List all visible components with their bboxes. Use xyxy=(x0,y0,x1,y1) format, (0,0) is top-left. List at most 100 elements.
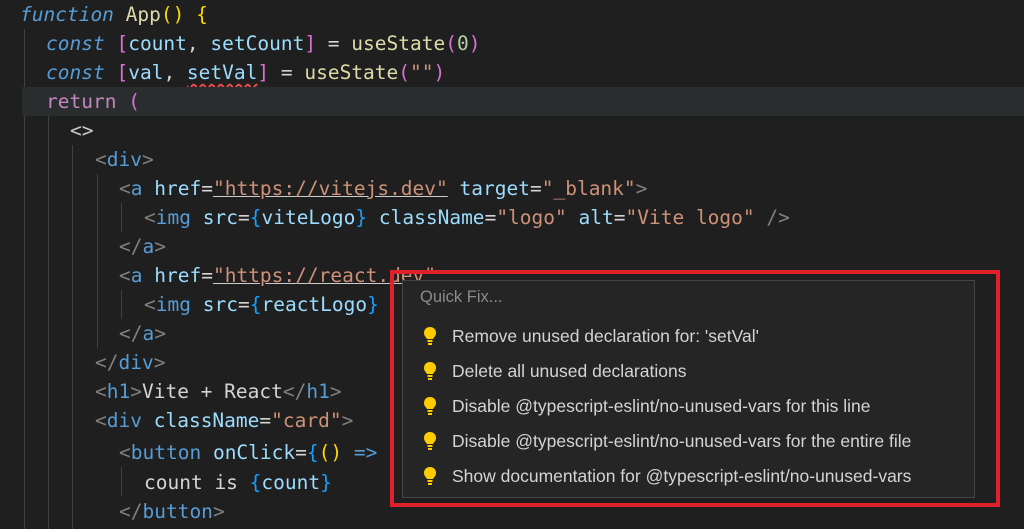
attribute-name: href xyxy=(154,177,202,200)
attribute-name: alt xyxy=(578,206,614,229)
bracket: ] xyxy=(304,32,317,55)
bracket: [ xyxy=(116,61,129,84)
bracket: ( xyxy=(128,90,140,113)
expression: viteLogo xyxy=(261,206,356,229)
bracket: ( xyxy=(445,32,457,55)
bracket: ] xyxy=(257,61,270,84)
code-line-10: <a href="https://react.dev" xyxy=(119,264,437,287)
bracket: ) xyxy=(433,61,446,84)
quick-fix-item-delete-all[interactable]: Delete all unused declarations xyxy=(403,354,974,388)
code-line-9: </a> xyxy=(119,235,166,258)
quick-fix-item-label: Show documentation for @typescript-eslin… xyxy=(452,466,912,486)
indent-guide xyxy=(97,174,98,348)
code-line-15: <div className="card"> xyxy=(95,409,354,432)
quick-fix-item-disable-line[interactable]: Disable @typescript-eslint/no-unused-var… xyxy=(403,389,974,423)
attribute-name: className xyxy=(378,206,485,229)
code-line-18: </button> xyxy=(119,500,225,523)
code-line-17: count is {count} xyxy=(144,471,332,494)
code-line-3: const [val, setVal] = useState("") xyxy=(46,58,445,87)
number-literal: 0 xyxy=(456,32,469,55)
identifier: val xyxy=(128,61,164,84)
attribute-name: className xyxy=(153,409,260,432)
bracket: ( xyxy=(398,61,411,84)
indent-guide xyxy=(48,116,49,529)
lightbulb-icon xyxy=(424,362,436,380)
tag-name: a xyxy=(142,235,155,258)
code-line-11: <img src={reactLogo} xyxy=(144,293,379,316)
quick-fix-title: Quick Fix... xyxy=(420,288,503,306)
attribute-value: "card" xyxy=(271,409,342,432)
tag-name: div xyxy=(106,409,142,432)
tag-name: button xyxy=(142,500,213,523)
indent-guide xyxy=(121,290,122,319)
tag-name: a xyxy=(142,322,155,345)
expression: reactLogo xyxy=(261,293,368,316)
function-call: useState xyxy=(304,61,399,84)
attribute-name: href xyxy=(154,264,202,287)
code-line-5: <> xyxy=(70,116,93,145)
tag-name: a xyxy=(130,177,143,200)
attribute-name: src xyxy=(202,293,238,316)
bracket: ) xyxy=(468,32,481,55)
operator: = xyxy=(269,61,305,84)
quick-fix-item-disable-file[interactable]: Disable @typescript-eslint/no-unused-var… xyxy=(403,424,974,458)
tag-name: h1 xyxy=(306,380,330,403)
punctuation: , xyxy=(186,32,211,55)
tag-name: h1 xyxy=(106,380,131,403)
code-line-7: <a href="https://vitejs.dev" target="_bl… xyxy=(119,177,648,200)
unused-variable-warning[interactable]: setVal xyxy=(187,61,257,84)
quick-fix-item-remove-unused[interactable]: Remove unused declaration for: 'setVal' xyxy=(403,319,974,353)
lightbulb-icon xyxy=(424,467,436,485)
link[interactable]: "https://vitejs.dev" xyxy=(213,177,448,200)
code-line-14: <h1>Vite + React</h1> xyxy=(95,380,342,403)
lightbulb-icon xyxy=(424,327,436,345)
bracket: [ xyxy=(116,32,129,55)
quick-fix-menu: Quick Fix... Remove unused declaration f… xyxy=(402,280,975,498)
tag-name: img xyxy=(155,293,191,316)
quick-fix-item-label: Disable @typescript-eslint/no-unused-var… xyxy=(452,431,912,451)
quick-fix-item-label: Disable @typescript-eslint/no-unused-var… xyxy=(452,396,871,416)
jsx-text: Vite + React xyxy=(141,380,283,403)
identifier: count xyxy=(128,32,187,55)
code-line-6: <div> xyxy=(95,148,154,171)
lightbulb-icon xyxy=(424,397,436,415)
tag-name: button xyxy=(130,441,202,464)
attribute-name: target xyxy=(459,177,530,200)
code-line-12: </a> xyxy=(119,322,166,345)
identifier: setCount xyxy=(210,32,305,55)
indent-guide xyxy=(121,203,122,232)
tag-name: div xyxy=(106,148,142,171)
quick-fix-item-label: Remove unused declaration for: 'setVal' xyxy=(452,326,759,346)
keyword: const xyxy=(46,61,105,84)
tag-name: div xyxy=(118,351,154,374)
attribute-value: "_blank" xyxy=(541,177,636,200)
lightbulb-icon xyxy=(424,432,436,450)
attribute-value: "logo" xyxy=(496,206,567,229)
string-literal: "" xyxy=(410,61,434,84)
quick-fix-item-show-docs[interactable]: Show documentation for @typescript-eslin… xyxy=(403,459,974,493)
indent-guide xyxy=(121,467,122,496)
code-line-8: <img src={viteLogo} className="logo" alt… xyxy=(144,206,790,229)
function-name: App xyxy=(125,3,161,26)
keyword: const xyxy=(46,32,105,55)
indent-guide xyxy=(72,145,73,529)
operator: = xyxy=(316,32,352,55)
attribute-name: onClick xyxy=(212,441,296,464)
code-line-4: return ( xyxy=(22,87,1024,116)
code-line-1: function App() { xyxy=(20,0,208,29)
code-line-13: </div> xyxy=(95,351,166,374)
jsx-text: count is xyxy=(144,471,250,494)
keyword: function xyxy=(20,3,114,26)
attribute-name: src xyxy=(202,206,238,229)
attribute-value: "Vite logo" xyxy=(625,206,755,229)
tag-name: a xyxy=(130,264,143,287)
keyword: return xyxy=(46,90,117,113)
expression: count xyxy=(261,471,321,494)
function-call: useState xyxy=(351,32,446,55)
quick-fix-item-label: Delete all unused declarations xyxy=(452,361,687,381)
code-line-16: <button onClick={() => xyxy=(119,441,378,464)
fragment-tag: <> xyxy=(70,119,94,142)
tag-name: img xyxy=(155,206,191,229)
code-line-2: const [count, setCount] = useState(0) xyxy=(46,29,480,58)
punctuation: , xyxy=(163,61,187,84)
